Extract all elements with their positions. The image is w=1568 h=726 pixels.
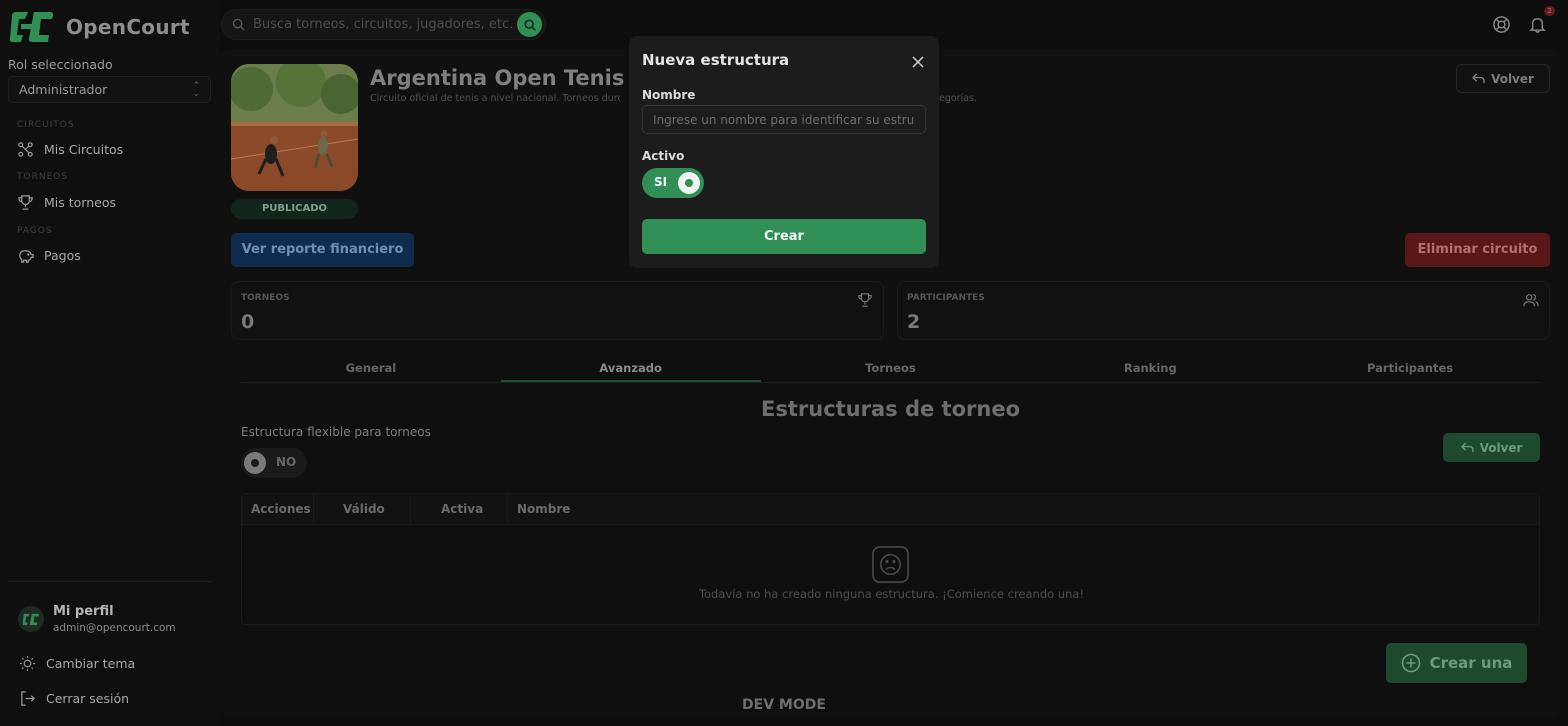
- dev-mode-label: DEV MODE: [742, 697, 826, 713]
- section-title: Estructuras de torneo: [761, 397, 1020, 421]
- theme-toggle-button[interactable]: Cambiar tema: [19, 655, 135, 672]
- plus-circle-icon: [1401, 653, 1420, 673]
- undo-arrow-icon: [1460, 442, 1474, 453]
- app-root: OpenCourt Rol seleccionado Administrador…: [0, 0, 1568, 726]
- role-label: Rol seleccionado: [8, 57, 113, 72]
- empty-state-text: Todavía no ha creado ninguna estructura.…: [698, 587, 1085, 601]
- tab-participantes[interactable]: Participantes: [1280, 359, 1540, 382]
- stat-value: 2: [907, 311, 921, 333]
- column-header: Nombre: [517, 502, 571, 516]
- column-header: Activa: [411, 494, 508, 524]
- stat-card-torneos: TORNEOS 0: [231, 281, 884, 340]
- opencourt-logo-icon: [9, 12, 54, 42]
- back-label: Volver: [1491, 71, 1534, 86]
- bell-icon[interactable]: [1528, 15, 1547, 34]
- role-select[interactable]: Administrador ⌃ ⌄: [8, 76, 211, 103]
- profile-email: admin@opencourt.com: [53, 622, 176, 634]
- flex-structure-label: Estructura flexible para torneos: [241, 425, 431, 439]
- stat-value: 0: [241, 311, 255, 333]
- network-icon: [18, 142, 33, 157]
- circuit-cover-image: [231, 64, 358, 191]
- circuit-description: Circuito oficial de tenis a nivel nacion…: [370, 93, 620, 104]
- sidebar-divider: [8, 581, 212, 582]
- create-label: Crear una: [1429, 654, 1513, 672]
- flex-structure-toggle[interactable]: NO: [241, 448, 307, 478]
- sidebar-item-label: Pagos: [44, 248, 81, 263]
- financial-report-button[interactable]: Ver reporte financiero: [231, 233, 414, 267]
- tab-torneos[interactable]: Torneos: [761, 359, 1021, 382]
- users-icon: [1523, 294, 1539, 307]
- back-button[interactable]: Volver: [1456, 64, 1550, 93]
- logo[interactable]: OpenCourt: [8, 10, 190, 44]
- close-icon[interactable]: [911, 55, 925, 69]
- opencourt-logo-icon: [22, 613, 39, 625]
- back-label: Volver: [1479, 440, 1523, 455]
- sidebar-item-label: Mis torneos: [44, 195, 116, 210]
- sidebar: OpenCourt Rol seleccionado Administrador…: [0, 0, 220, 726]
- tabs-panel: General Avanzado Torneos Ranking Partici…: [231, 351, 1550, 717]
- sun-icon: [19, 655, 36, 672]
- piggy-bank-icon: [19, 250, 34, 263]
- circuit-description-end: egorías.: [939, 93, 978, 104]
- section-label-torneos: TORNEOS: [17, 172, 69, 182]
- active-field-label: Activo: [642, 149, 685, 163]
- trophy-icon: [858, 293, 872, 307]
- sidebar-item-mis-circuitos[interactable]: Mis Circuitos: [17, 141, 123, 158]
- new-structure-modal: Nueva estructura Nombre Activo SI Crear: [629, 36, 939, 268]
- name-input[interactable]: [642, 105, 926, 134]
- section-label-circuitos: CIRCUITOS: [17, 120, 75, 130]
- brand-name: OpenCourt: [66, 15, 190, 39]
- notification-badge: 2: [1544, 6, 1555, 16]
- sidebar-item-pagos[interactable]: Pagos: [17, 247, 81, 264]
- toggle-text: NO: [276, 455, 297, 469]
- stat-label: TORNEOS: [241, 293, 290, 303]
- profile-name: Mi perfil: [53, 604, 114, 619]
- column-header: Válido: [314, 494, 411, 524]
- chevron-updown-icon: ⌃ ⌄: [192, 81, 200, 99]
- toggle-text: SI: [654, 175, 668, 189]
- back-button-structures[interactable]: Volver: [1443, 433, 1540, 462]
- active-toggle[interactable]: SI: [642, 168, 704, 198]
- sad-face-icon: [872, 546, 909, 583]
- create-button[interactable]: Crear: [642, 219, 926, 254]
- structures-table: Acciones Válido Activa Nombre Todavía no…: [241, 493, 1540, 625]
- trophy-icon: [18, 195, 33, 210]
- undo-arrow-icon: [1472, 73, 1485, 84]
- name-field-label: Nombre: [642, 88, 696, 102]
- toggle-knob: [678, 172, 700, 194]
- sidebar-item-mis-torneos[interactable]: Mis torneos: [17, 194, 116, 211]
- help-lifebuoy-icon[interactable]: [1492, 15, 1511, 34]
- role-value: Administrador: [19, 82, 108, 97]
- profile-link[interactable]: Mi perfil admin@opencourt.com: [18, 604, 176, 634]
- search-icon: [524, 19, 536, 31]
- search-bar: [221, 9, 546, 40]
- search-icon: [232, 18, 245, 31]
- page-title: Argentina Open Tenis: [370, 66, 625, 90]
- avatar: [18, 606, 44, 632]
- stat-label: PARTICIPANTES: [907, 293, 985, 303]
- search-button[interactable]: [517, 12, 542, 37]
- search-input[interactable]: [253, 17, 515, 32]
- tab-ranking[interactable]: Ranking: [1020, 359, 1280, 382]
- create-structure-button[interactable]: Crear una: [1386, 643, 1527, 683]
- delete-circuit-button[interactable]: Eliminar circuito: [1405, 233, 1550, 267]
- column-header: Acciones: [242, 494, 314, 524]
- toggle-knob: [244, 452, 266, 474]
- modal-title: Nueva estructura: [642, 51, 790, 69]
- tab-general[interactable]: General: [241, 359, 501, 382]
- sidebar-item-label: Mis Circuitos: [44, 142, 124, 157]
- status-badge: PUBLICADO: [231, 199, 358, 219]
- stat-card-participantes: PARTICIPANTES 2: [897, 281, 1550, 340]
- section-label-pagos: PAGOS: [17, 226, 53, 236]
- tab-avanzado[interactable]: Avanzado: [500, 359, 761, 382]
- theme-label: Cambiar tema: [46, 656, 136, 671]
- tab-bar: General Avanzado Torneos Ranking Partici…: [241, 359, 1540, 383]
- table-header: Acciones Válido Activa Nombre: [242, 494, 1539, 525]
